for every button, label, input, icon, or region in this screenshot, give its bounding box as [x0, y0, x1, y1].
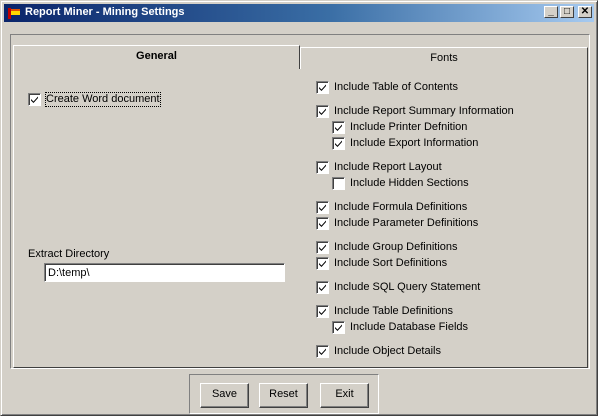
option-label: Include Database Fields: [350, 321, 469, 333]
option-checkbox[interactable]: [316, 257, 329, 270]
checkmark-icon: [319, 164, 326, 171]
option-label: Include Group Definitions: [334, 241, 458, 253]
app-icon: [8, 8, 20, 19]
checkmark-icon: [319, 84, 326, 91]
option-checkbox[interactable]: [332, 177, 345, 190]
checkmark-icon: [31, 96, 38, 103]
window-title: Report Miner - Mining Settings: [25, 6, 185, 18]
option-parameter-definitions[interactable]: Include Parameter Definitions: [316, 217, 478, 230]
save-button[interactable]: Save: [200, 383, 249, 408]
tab-fonts[interactable]: Fonts: [300, 47, 588, 69]
exit-button[interactable]: Exit: [320, 383, 369, 408]
save-button-label: Save: [211, 388, 238, 400]
option-export-information[interactable]: Include Export Information: [332, 137, 478, 150]
option-database-fields[interactable]: Include Database Fields: [332, 321, 468, 334]
create-word-checkbox[interactable]: Create Word document: [28, 92, 161, 107]
checkmark-icon: [319, 284, 326, 291]
checkmark-icon: [319, 244, 326, 251]
option-checkbox[interactable]: [316, 241, 329, 254]
checkmark-icon: [319, 260, 326, 267]
option-label: Include Hidden Sections: [350, 177, 469, 189]
create-word-box[interactable]: [28, 93, 41, 106]
option-table-of-contents[interactable]: Include Table of Contents: [316, 81, 458, 94]
reset-button[interactable]: Reset: [259, 383, 308, 408]
tab-general-label: General: [136, 50, 177, 62]
checkmark-icon: [335, 324, 342, 331]
exit-button-label: Exit: [335, 388, 354, 400]
option-checkbox[interactable]: [316, 161, 329, 174]
tab-fonts-label: Fonts: [430, 52, 458, 64]
tab-general[interactable]: General: [13, 45, 300, 69]
option-checkbox[interactable]: [316, 105, 329, 118]
checkmark-icon: [335, 140, 342, 147]
option-checkbox[interactable]: [316, 345, 329, 358]
option-label: Include Report Layout: [334, 161, 442, 173]
checkmark-icon: [319, 348, 326, 355]
option-label: Include Table Definitions: [334, 305, 454, 317]
option-checkbox[interactable]: [316, 201, 329, 214]
minimize-icon: _: [548, 6, 554, 17]
option-printer-definition[interactable]: Include Printer Defnition: [332, 121, 467, 134]
option-report-summary[interactable]: Include Report Summary Information: [316, 105, 514, 118]
checkmark-icon: [335, 124, 342, 131]
option-checkbox[interactable]: [316, 305, 329, 318]
option-label: Include Parameter Definitions: [334, 217, 479, 229]
extract-directory-input[interactable]: [44, 263, 285, 282]
minimize-button[interactable]: _: [544, 6, 558, 18]
option-label: Include Table of Contents: [334, 81, 458, 93]
checkmark-icon: [319, 204, 326, 211]
option-label: Include SQL Query Statement: [334, 281, 481, 293]
option-object-details[interactable]: Include Object Details: [316, 345, 441, 358]
option-checkbox[interactable]: [332, 121, 345, 134]
title-bar[interactable]: Report Miner - Mining Settings _ □ ✕: [4, 4, 594, 22]
maximize-button[interactable]: □: [560, 6, 574, 18]
option-group-definitions[interactable]: Include Group Definitions: [316, 241, 458, 254]
extract-directory-label: Extract Directory: [28, 248, 110, 260]
checkmark-icon: [319, 108, 326, 115]
close-button[interactable]: ✕: [578, 6, 592, 18]
option-table-definitions[interactable]: Include Table Definitions: [316, 305, 453, 318]
create-word-label: Create Word document: [45, 92, 161, 107]
option-label: Include Sort Definitions: [334, 257, 448, 269]
option-checkbox[interactable]: [332, 321, 345, 334]
option-formula-definitions[interactable]: Include Formula Definitions: [316, 201, 467, 214]
maximize-icon: □: [563, 6, 571, 17]
option-report-layout[interactable]: Include Report Layout: [316, 161, 442, 174]
option-checkbox[interactable]: [316, 81, 329, 94]
option-sql-query[interactable]: Include SQL Query Statement: [316, 281, 480, 294]
option-hidden-sections[interactable]: Include Hidden Sections: [332, 177, 469, 190]
close-icon: ✕: [580, 6, 590, 17]
option-label: Include Printer Defnition: [350, 121, 468, 133]
option-checkbox[interactable]: [332, 137, 345, 150]
option-label: Include Formula Definitions: [334, 201, 468, 213]
checkmark-icon: [319, 220, 326, 227]
option-checkbox[interactable]: [316, 281, 329, 294]
option-label: Include Export Information: [350, 137, 479, 149]
option-sort-definitions[interactable]: Include Sort Definitions: [316, 257, 447, 270]
reset-button-label: Reset: [269, 388, 298, 400]
option-checkbox[interactable]: [316, 217, 329, 230]
checkmark-icon: [319, 308, 326, 315]
option-label: Include Object Details: [334, 345, 441, 357]
option-label: Include Report Summary Information: [334, 105, 514, 117]
